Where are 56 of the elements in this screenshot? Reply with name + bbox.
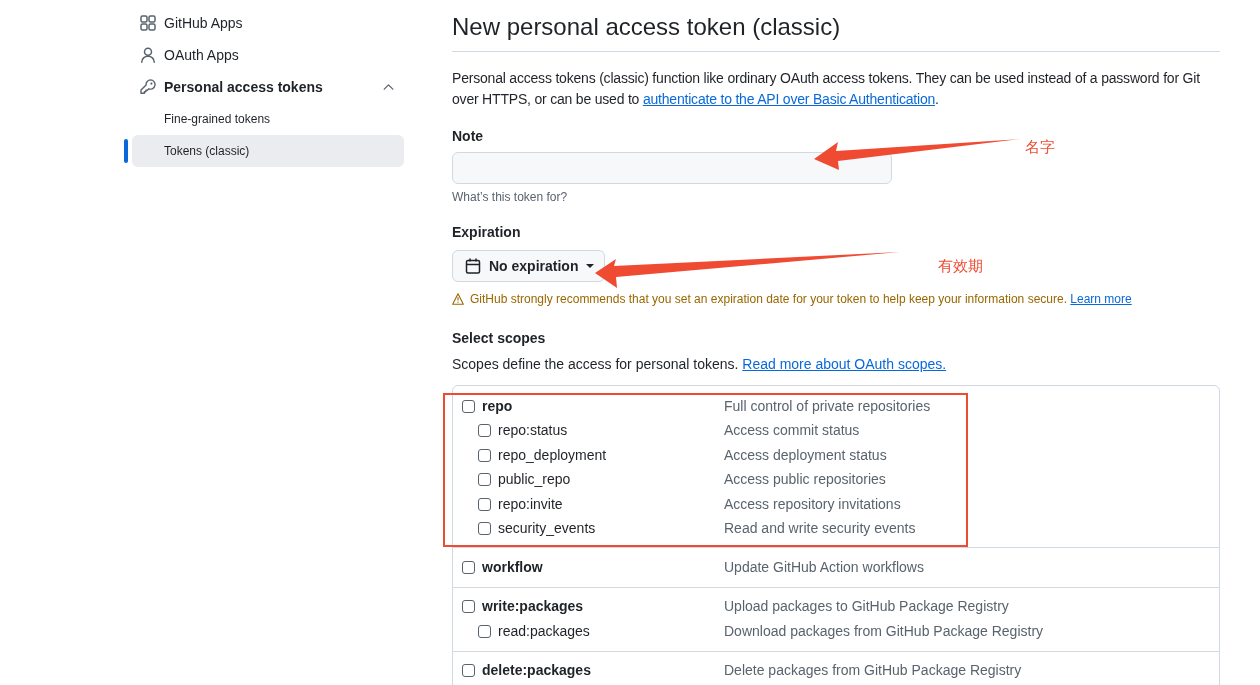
- scope-name: workflow: [482, 557, 543, 577]
- checkbox[interactable]: [478, 448, 491, 462]
- intro-text: Personal access tokens (classic) function like ordinary OAuth access tokens. They can be used instead of a password for Git over HTTPS, or can be used to authenticate to the API over Basic Authentication.: [452, 69, 1201, 109]
- annotation-label: 有效期: [938, 256, 983, 276]
- checkbox[interactable]: [462, 664, 475, 678]
- sidebar-item[interactable]: Personal access tokens: [132, 71, 404, 103]
- scope-name: repo:invite: [498, 494, 563, 514]
- page-title: New personal access token (classic): [452, 12, 842, 42]
- scope-name: public_repo: [498, 470, 571, 490]
- caret-down-icon: [586, 264, 595, 268]
- scope-description: Update GitHub Action workflows: [724, 557, 924, 577]
- key-icon: [140, 79, 156, 95]
- sidebar-item[interactable]: Fine-grained tokens: [132, 103, 404, 135]
- expiration-dropdown[interactable]: No expiration: [452, 250, 605, 282]
- scope-name: repo:status: [498, 421, 568, 441]
- scope-description: Upload packages to GitHub Package Registry: [724, 597, 1009, 617]
- learn-more-link[interactable]: Learn more: [1070, 292, 1132, 306]
- checkbox[interactable]: [462, 399, 475, 413]
- annotation-label: 名字: [1025, 137, 1055, 157]
- checkbox[interactable]: [462, 560, 475, 574]
- scope-name: read:packages: [498, 621, 590, 641]
- scope-name: repo: [482, 396, 513, 416]
- scope-description: Download packages from GitHub Package Registry: [724, 621, 1044, 641]
- section-heading: Select scopes: [452, 329, 546, 348]
- selection-marker-icon: [124, 139, 128, 163]
- warning-icon: [452, 293, 464, 305]
- sidebar-item[interactable]: Tokens (classic): [132, 135, 404, 167]
- field-label: Expiration: [452, 223, 521, 242]
- scope-name: delete:packages: [482, 661, 591, 681]
- scope-description: Access commit status: [724, 421, 860, 441]
- sidebar-item[interactable]: OAuth Apps: [132, 39, 404, 71]
- scope-description: Read and write security events: [724, 519, 916, 539]
- apps-grid-icon: [140, 15, 156, 31]
- field-hint: What’s this token for?: [452, 189, 568, 206]
- scope-description: Access deployment status: [724, 445, 887, 465]
- checkbox[interactable]: [478, 624, 491, 638]
- field-label: Note: [452, 127, 484, 146]
- scope-description: Access public repositories: [724, 470, 886, 490]
- person-icon: [140, 47, 156, 63]
- calendar-icon: [465, 258, 481, 274]
- checkbox[interactable]: [478, 522, 491, 536]
- note-input[interactable]: [452, 152, 892, 184]
- checkbox[interactable]: [478, 497, 491, 511]
- sidebar-item[interactable]: GitHub Apps: [132, 7, 404, 39]
- scope-description: Full control of private repositories: [724, 396, 931, 416]
- checkbox[interactable]: [478, 473, 491, 487]
- scope-description: Delete packages from GitHub Package Registry: [724, 661, 1022, 681]
- scope-description: Access repository invitations: [724, 494, 901, 514]
- scope-name: repo_deployment: [498, 445, 607, 465]
- checkbox[interactable]: [462, 600, 475, 614]
- checkbox[interactable]: [478, 424, 491, 438]
- scopes-description: Scopes define the access for personal tokens. Read more about OAuth scopes.: [452, 355, 948, 374]
- warning-text: GitHub strongly recommends that you set an expiration date for your token to help keep your information secure. Learn more: [470, 291, 1132, 308]
- oauth-scopes-link[interactable]: Read more about OAuth scopes.: [742, 356, 947, 372]
- scope-name: write:packages: [482, 597, 584, 617]
- scope-name: security_events: [498, 519, 596, 539]
